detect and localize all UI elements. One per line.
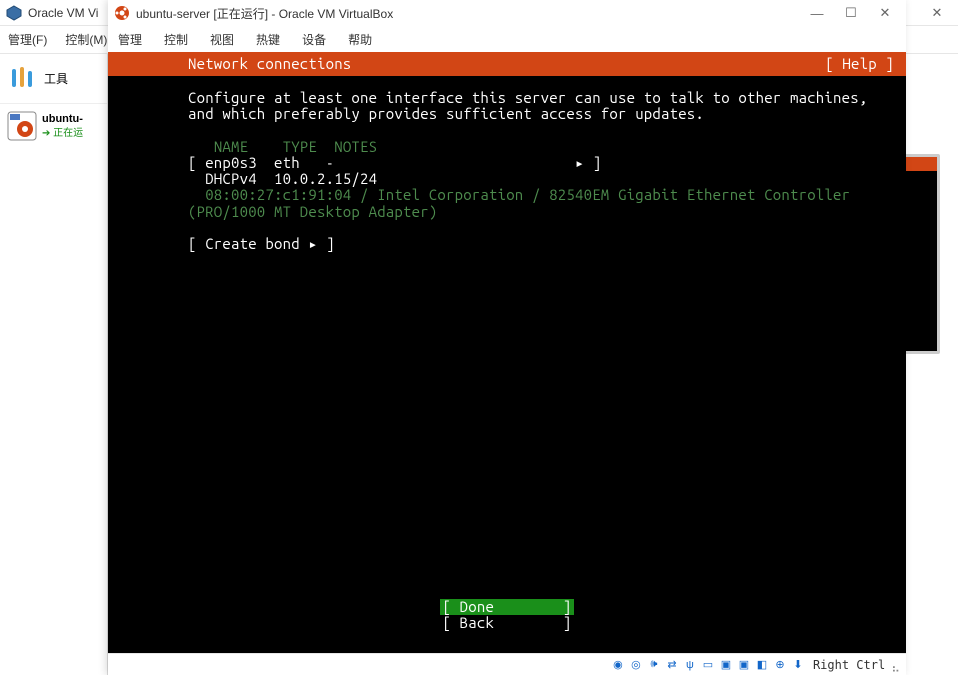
column-header: NAME TYPE NOTES <box>188 139 894 155</box>
usb-icon[interactable]: ψ <box>683 658 697 672</box>
mouse-integration-icon[interactable]: ⊕ <box>773 658 787 672</box>
vm-menu-help[interactable]: 帮助 <box>348 31 372 48</box>
vm-entry-text: ubuntu- ➔ 正在运 <box>42 112 83 139</box>
installer-buttons: [ Done ] [ Back ] <box>108 599 906 631</box>
menu-file[interactable]: 管理(F) <box>8 31 47 48</box>
menu-control[interactable]: 控制(M) <box>65 31 107 48</box>
vm-win-buttons: — ☐ ✕ <box>810 6 892 20</box>
vm-menu-control[interactable]: 控制 <box>164 31 188 48</box>
manager-close-button[interactable]: ✕ <box>930 6 944 20</box>
vm-entry-status: ➔ 正在运 <box>42 127 83 140</box>
resize-grip-icon: ⣄ <box>891 658 900 672</box>
installer-header: Network connections [ Help ] <box>108 52 906 76</box>
intro-line-1: Configure at least one interface this se… <box>188 90 894 106</box>
dhcp-row: DHCPv4 10.0.2.15/24 <box>188 171 894 187</box>
vm-menu-view[interactable]: 视图 <box>210 31 234 48</box>
recording-icon[interactable]: ▣ <box>737 658 751 672</box>
guest-console[interactable]: Network connections [ Help ] Configure a… <box>108 52 906 653</box>
iface-row[interactable]: [ enp0s3 eth - ▸ ] <box>188 155 894 171</box>
audio-icon[interactable]: 🕪 <box>647 658 661 672</box>
intro-line-2: and which preferably provides sufficient… <box>188 106 894 122</box>
hw-line-1: 08:00:27:c1:91:04 / Intel Corporation / … <box>188 187 894 203</box>
sidebar-tools[interactable]: 工具 <box>0 54 107 104</box>
shared-folder-icon[interactable]: ▭ <box>701 658 715 672</box>
vm-os-title-icon <box>114 5 130 21</box>
hard-disk-icon[interactable]: ◉ <box>611 658 625 672</box>
cpu-icon[interactable]: ◧ <box>755 658 769 672</box>
vm-menu-manage[interactable]: 管理 <box>118 31 142 48</box>
manager-win-buttons: ✕ <box>930 6 944 20</box>
keyboard-capture-icon[interactable]: ⬇ <box>791 658 805 672</box>
vm-menu-devices[interactable]: 设备 <box>302 31 326 48</box>
vm-window-title: ubuntu-server [正在运行] - Oracle VM Virtual… <box>136 5 810 22</box>
back-button[interactable]: [ Back ] <box>440 615 573 631</box>
installer-title: Network connections <box>188 56 351 72</box>
vm-guest-window: ubuntu-server [正在运行] - Oracle VM Virtual… <box>108 0 906 675</box>
installer-help[interactable]: [ Help ] <box>825 56 894 72</box>
sidebar-tools-label: 工具 <box>44 70 68 87</box>
hw-line-2: (PRO/1000 MT Desktop Adapter) <box>188 204 894 220</box>
vm-entry-name: ubuntu- <box>42 112 83 126</box>
installer-body: Configure at least one interface this se… <box>108 76 906 252</box>
manager-sidebar: 工具 ubuntu- ➔ 正在运 <box>0 54 108 675</box>
vm-close-button[interactable]: ✕ <box>878 6 892 20</box>
vm-titlebar: ubuntu-server [正在运行] - Oracle VM Virtual… <box>108 0 906 26</box>
create-bond[interactable]: [ Create bond ▸ ] <box>188 236 894 252</box>
vm-menu-hotkeys[interactable]: 热键 <box>256 31 280 48</box>
optical-disk-icon[interactable]: ◎ <box>629 658 643 672</box>
done-button[interactable]: [ Done ] <box>440 599 573 615</box>
vm-os-icon <box>6 110 38 142</box>
sidebar-vm-entry[interactable]: ubuntu- ➔ 正在运 <box>0 104 107 148</box>
vm-minimize-button[interactable]: — <box>810 6 824 20</box>
network-icon[interactable]: ⇄ <box>665 658 679 672</box>
display-icon[interactable]: ▣ <box>719 658 733 672</box>
vm-maximize-button[interactable]: ☐ <box>844 6 858 20</box>
host-key-label: Right Ctrl <box>809 658 885 672</box>
virtualbox-icon <box>6 5 22 21</box>
vm-statusbar: ◉ ◎ 🕪 ⇄ ψ ▭ ▣ ▣ ◧ ⊕ ⬇ Right Ctrl ⣄ <box>108 653 906 675</box>
running-arrow-icon: ➔ <box>42 128 50 139</box>
vm-menubar: 管理 控制 视图 热键 设备 帮助 <box>108 26 906 52</box>
tools-icon <box>8 63 36 94</box>
